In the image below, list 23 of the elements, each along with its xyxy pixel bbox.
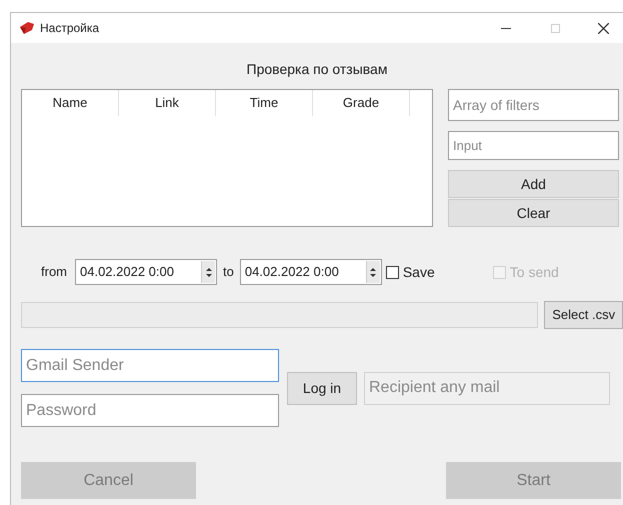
window-title: Настройка <box>40 20 100 37</box>
input-field[interactable]: Input <box>448 131 619 160</box>
checkbox[interactable]: Save <box>386 262 435 282</box>
select-csv-button[interactable]: Select .csv <box>544 301 623 329</box>
column-header[interactable]: Name <box>22 90 119 116</box>
input-field[interactable]: Gmail Sender <box>21 349 279 382</box>
to-label: to <box>223 263 234 282</box>
date-time-field[interactable]: 04.02.2022 0:00 <box>75 259 217 285</box>
spinner-icon[interactable] <box>201 261 215 283</box>
button[interactable]: Add <box>448 170 619 198</box>
heading: Проверка по отзывам <box>246 60 388 79</box>
app-logo-icon <box>19 21 35 35</box>
spinner-icon[interactable] <box>366 261 380 283</box>
column-header[interactable]: Link <box>119 90 216 116</box>
from-label: from <box>41 263 67 282</box>
date-time-field[interactable]: 04.02.2022 0:00 <box>240 259 382 285</box>
input-field[interactable]: Password <box>21 394 279 427</box>
column-header[interactable]: Time <box>216 90 313 116</box>
column-header[interactable]: Grade <box>313 90 410 116</box>
login-button[interactable]: Log in <box>287 372 357 404</box>
input-field[interactable]: Array of filters <box>448 89 619 121</box>
button[interactable]: Clear <box>448 199 619 227</box>
close-icon[interactable] <box>598 22 609 34</box>
